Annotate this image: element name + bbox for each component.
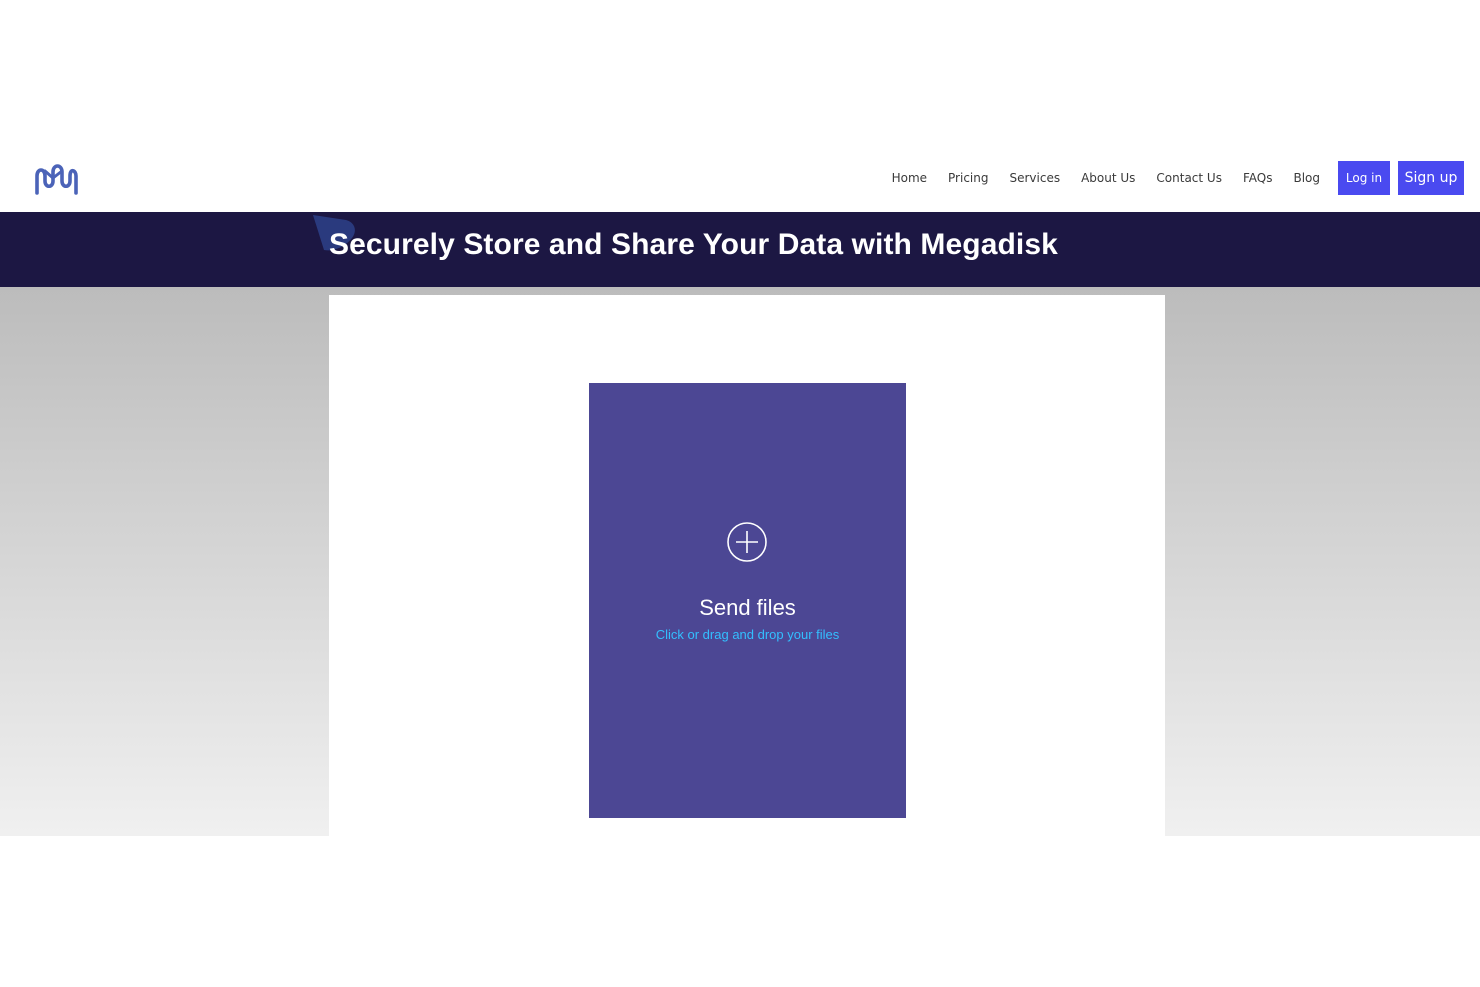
dropzone-title: Send files (699, 595, 796, 620)
signup-button[interactable]: Sign up (1398, 161, 1464, 195)
content-card: Send files Click or drag and drop your f… (329, 295, 1165, 836)
page-title: Securely Store and Share Your Data with … (329, 228, 1058, 261)
nav-about-us[interactable]: About Us (1081, 171, 1135, 185)
nav-faqs[interactable]: FAQs (1243, 171, 1273, 185)
hero-banner: Securely Store and Share Your Data with … (0, 212, 1480, 287)
nav-services[interactable]: Services (1009, 171, 1060, 185)
file-dropzone[interactable]: Send files Click or drag and drop your f… (589, 383, 906, 818)
nav-home[interactable]: Home (892, 171, 927, 185)
nav-pricing[interactable]: Pricing (948, 171, 988, 185)
nav-blog[interactable]: Blog (1293, 171, 1320, 185)
dropzone-subtitle: Click or drag and drop your files (655, 627, 840, 642)
page: Home Pricing Services About Us Contact U… (0, 0, 1480, 987)
site-header: Home Pricing Services About Us Contact U… (0, 150, 1480, 212)
nav-contact-us[interactable]: Contact Us (1156, 171, 1222, 185)
main-nav: Home Pricing Services About Us Contact U… (892, 160, 1464, 196)
megadisk-logo-icon[interactable] (33, 162, 79, 198)
plus-circle-icon (727, 522, 767, 562)
login-button[interactable]: Log in (1338, 161, 1390, 195)
